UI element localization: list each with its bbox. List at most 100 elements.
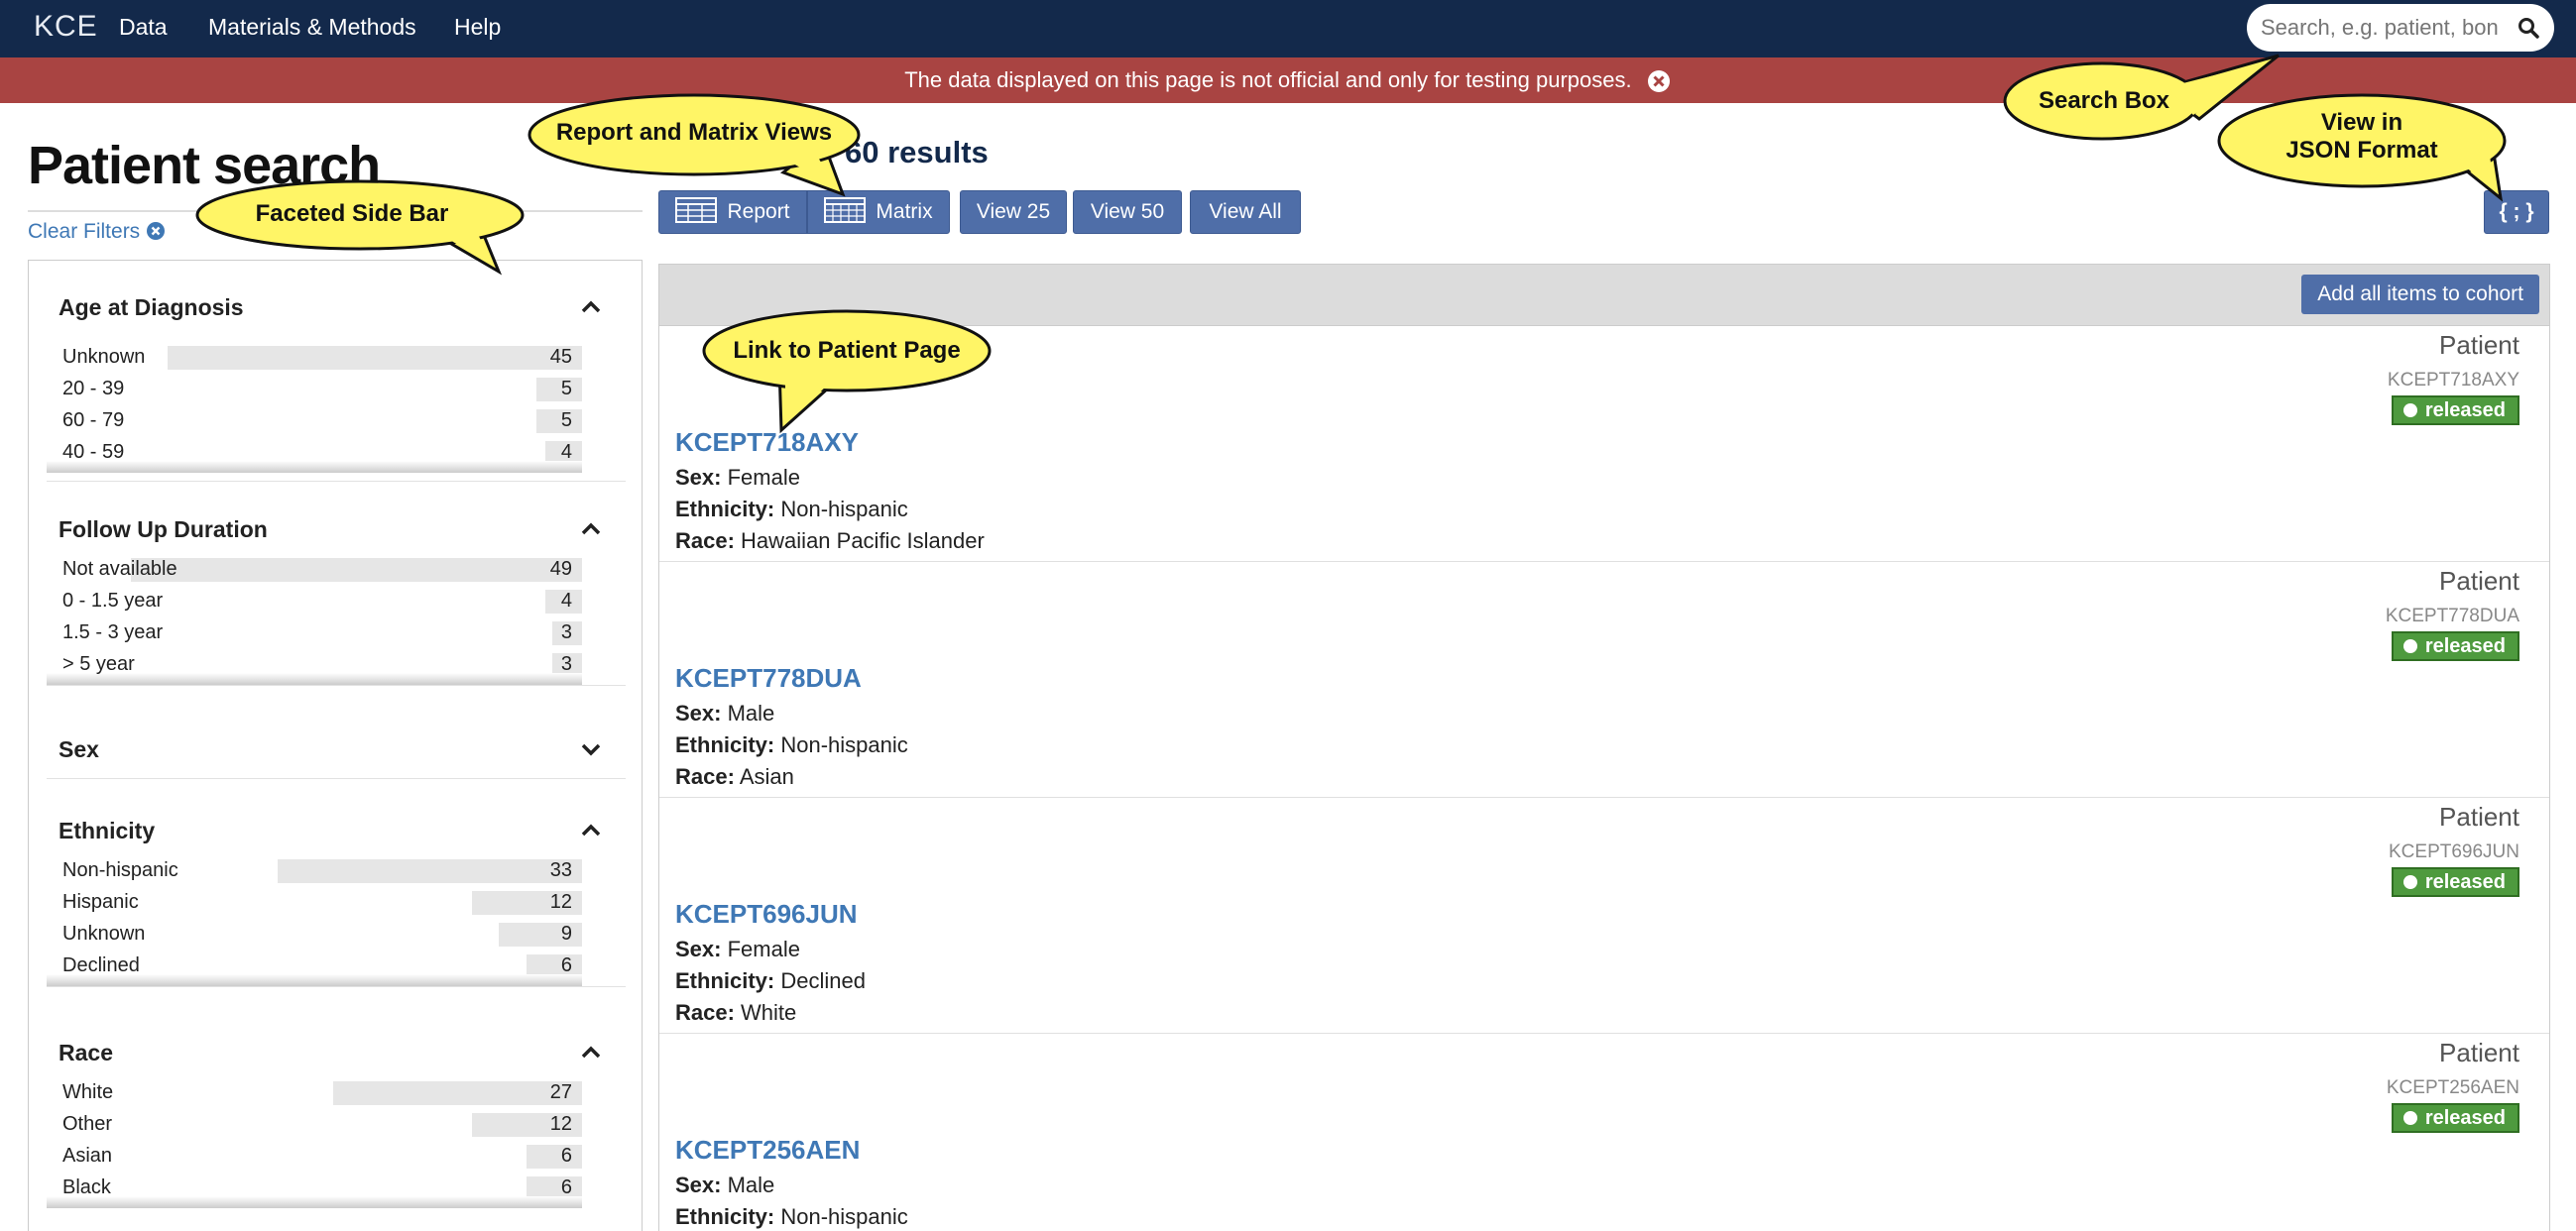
patient-link[interactable]: KCEPT696JUN: [675, 899, 858, 930]
clear-filters-link[interactable]: Clear Filters: [28, 220, 166, 244]
result-sex: Sex: Male: [675, 701, 774, 727]
facet-row-count: 4: [560, 441, 572, 463]
facet-row[interactable]: Other 12: [47, 1111, 582, 1139]
facet-row-count: 12: [549, 891, 572, 913]
clear-circle-icon: [147, 222, 166, 240]
faceted-sidebar: Age at Diagnosis Unknown 45 20 - 39 5 60 -…: [28, 260, 643, 1231]
nav-item-data[interactable]: Data: [119, 14, 168, 41]
facet-row[interactable]: 0 - 1.5 year 4: [47, 588, 582, 616]
view-25-button[interactable]: View 25: [960, 190, 1067, 234]
facet-row[interactable]: Non-hispanic 33: [47, 857, 582, 885]
view-all-button[interactable]: View All: [1190, 190, 1301, 234]
facet-divider: [47, 685, 626, 686]
chevron-up-icon[interactable]: [578, 1040, 604, 1065]
result-sex: Sex: Female: [675, 937, 800, 962]
facet-row-count: 6: [560, 1145, 572, 1167]
facet-row[interactable]: 20 - 39 5: [47, 376, 582, 403]
scroll-fade: [47, 461, 582, 473]
result-ethnicity: Ethnicity: Non-hispanic: [675, 1204, 908, 1230]
results-count: 60 results: [845, 135, 989, 169]
facet-row[interactable]: Unknown 9: [47, 921, 582, 949]
view-50-button[interactable]: View 50: [1073, 190, 1182, 234]
facet-row-label: Hispanic: [62, 891, 139, 913]
facet-row-count: 45: [549, 346, 572, 368]
result-ethnicity: Ethnicity: Non-hispanic: [675, 732, 908, 758]
report-label: Report: [727, 200, 790, 223]
facet-row-count: 49: [549, 558, 572, 580]
facet-row-label: White: [62, 1081, 114, 1103]
count-bar: [527, 1145, 582, 1169]
banner-text: The data displayed on this page is not o…: [904, 67, 1632, 92]
callout-text: Report and Matrix Views: [555, 119, 833, 146]
matrix-icon: [824, 197, 867, 223]
search-icon[interactable]: [2517, 16, 2540, 40]
result-accession: KCEPT256AEN: [2386, 1077, 2519, 1098]
facet-row[interactable]: 1.5 - 3 year 3: [47, 619, 582, 647]
chevron-up-icon[interactable]: [578, 818, 604, 843]
patient-link[interactable]: KCEPT256AEN: [675, 1135, 860, 1166]
status-badge: released: [2391, 395, 2519, 425]
result-accession: KCEPT696JUN: [2389, 841, 2519, 862]
count-bar: [168, 346, 582, 370]
field-label: Sex:: [675, 701, 722, 726]
add-all-to-cohort-button[interactable]: Add all items to cohort: [2301, 275, 2539, 314]
result-ethnicity: Ethnicity: Non-hispanic: [675, 497, 908, 522]
callout-link-to-patient-page: Link to Patient Page: [700, 307, 997, 434]
chevron-down-icon[interactable]: [578, 736, 604, 762]
result-item: Patient KCEPT696JUN released KCEPT696JUN…: [659, 798, 2549, 1034]
chevron-up-icon[interactable]: [578, 294, 604, 320]
facet-row-label: Unknown: [62, 346, 146, 368]
facet-divider: [47, 986, 626, 987]
facet-row[interactable]: Hispanic 12: [47, 889, 582, 917]
result-accession: KCEPT718AXY: [2387, 370, 2519, 391]
result-race: Race: White: [675, 1000, 796, 1026]
nav-item-materials-methods[interactable]: Materials & Methods: [208, 14, 416, 41]
chevron-up-icon[interactable]: [578, 516, 604, 542]
callout-text: Faceted Side Bar: [255, 200, 449, 227]
table-icon: [675, 197, 718, 223]
field-value: Asian: [739, 764, 794, 789]
facet-row[interactable]: Asian 6: [47, 1143, 582, 1171]
field-label: Ethnicity:: [675, 497, 775, 521]
facet-row-label: 40 - 59: [62, 441, 125, 463]
nav-item-help[interactable]: Help: [454, 14, 501, 41]
matrix-label: Matrix: [876, 200, 933, 223]
count-bar: [278, 859, 582, 883]
facet-row[interactable]: White 27: [47, 1079, 582, 1107]
status-dot-icon: [2402, 639, 2417, 653]
facet-row-label: Other: [62, 1113, 113, 1135]
callout-bubble: [702, 309, 992, 434]
facet-row-count: 33: [549, 859, 572, 881]
result-ethnicity: Ethnicity: Declined: [675, 968, 866, 994]
facet-title[interactable]: Age at Diagnosis: [59, 294, 244, 321]
search-input[interactable]: [2261, 10, 2504, 46]
facet-divider: [47, 481, 626, 482]
brand-logo[interactable]: KCE: [34, 10, 98, 44]
patient-link[interactable]: KCEPT778DUA: [675, 663, 862, 694]
facet-row-count: 6: [560, 1176, 572, 1198]
field-value: Hawaiian Pacific Islander: [741, 528, 985, 553]
field-value: Declined: [780, 968, 866, 993]
facet-row[interactable]: 60 - 79 5: [47, 407, 582, 435]
status-label: released: [2424, 635, 2506, 657]
close-circle-icon[interactable]: [1646, 68, 1672, 94]
facet-title[interactable]: Race: [59, 1040, 113, 1066]
field-value: Non-hispanic: [780, 497, 908, 521]
facet-row-label: > 5 year: [62, 653, 135, 675]
result-type: Patient: [2439, 802, 2519, 832]
facet-row-count: 6: [560, 954, 572, 976]
facet-title[interactable]: Sex: [59, 736, 99, 763]
facet-row[interactable]: Not available 49: [47, 556, 582, 584]
count-bar: [536, 409, 582, 433]
facet-follow-up-duration: Follow Up Duration Not available 49 0 - 1…: [47, 516, 626, 705]
result-item: Patient KCEPT778DUA released KCEPT778DUA…: [659, 562, 2549, 798]
facet-row-label: Non-hispanic: [62, 859, 178, 881]
facet-title[interactable]: Ethnicity: [59, 818, 155, 844]
search-box: [2247, 4, 2554, 52]
status-label: released: [2424, 1107, 2506, 1129]
facet-title[interactable]: Follow Up Duration: [59, 516, 268, 543]
facet-row[interactable]: Unknown 45: [47, 344, 582, 372]
result-type: Patient: [2439, 330, 2519, 360]
facet-row-count: 27: [549, 1081, 572, 1103]
result-type: Patient: [2439, 566, 2519, 596]
